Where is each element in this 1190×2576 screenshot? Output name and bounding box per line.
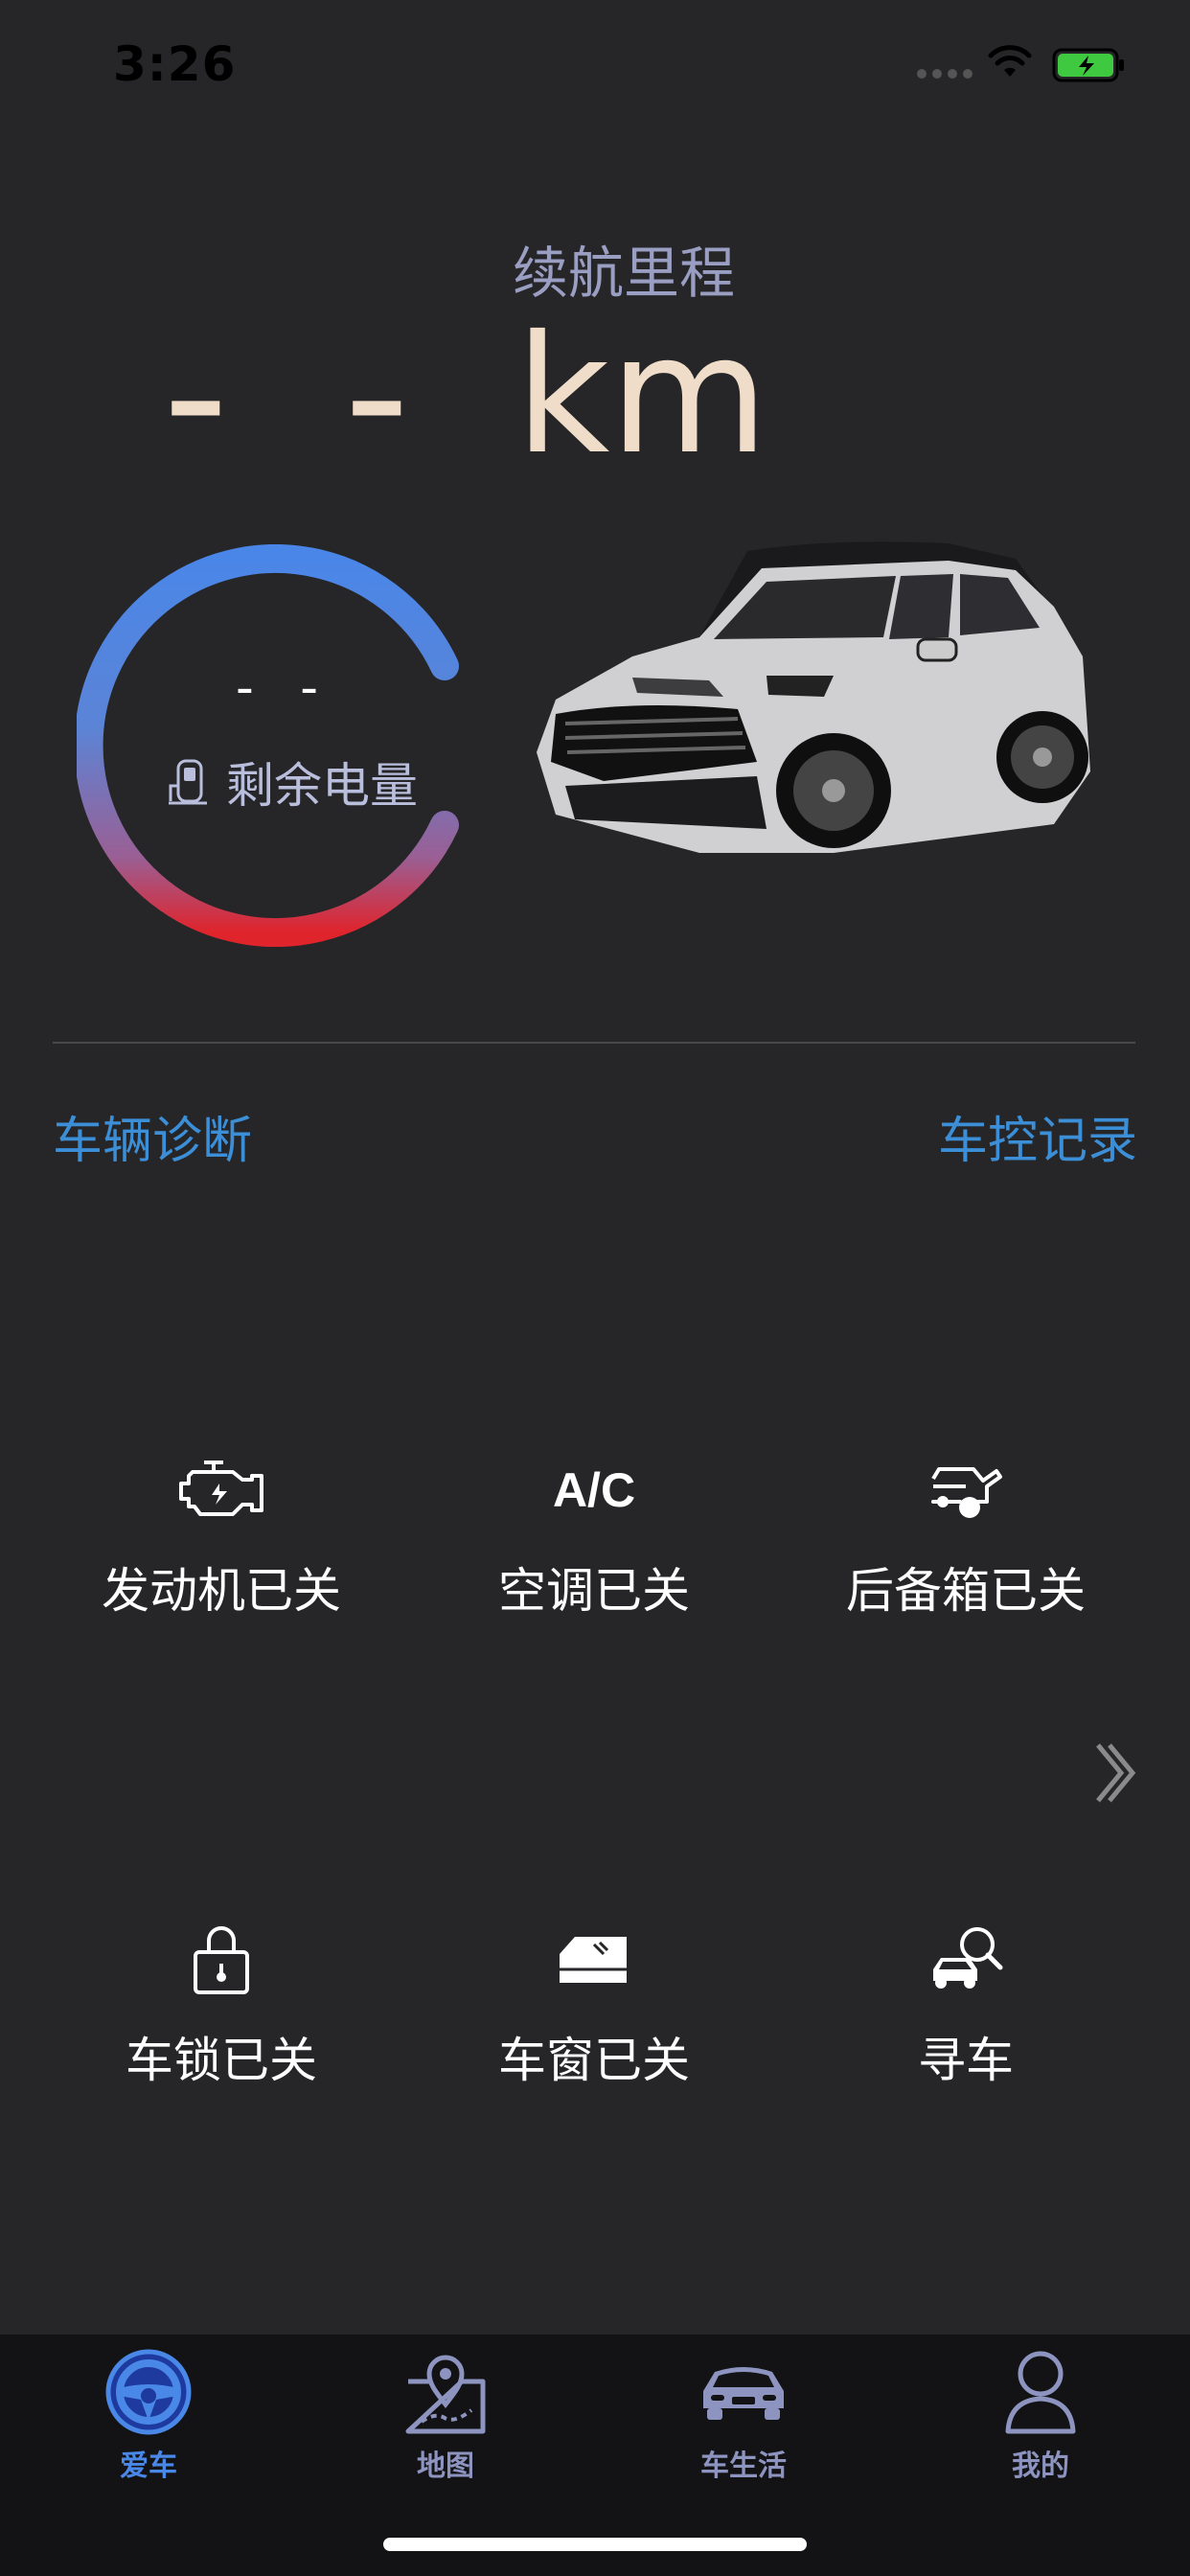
battery-gauge bbox=[77, 544, 459, 947]
range-value: - - bbox=[163, 289, 439, 501]
control-log-link[interactable]: 车控记录 bbox=[938, 1100, 1137, 1172]
lock-icon bbox=[194, 1926, 249, 1994]
lock-control[interactable]: 车锁已关 bbox=[30, 1917, 413, 2091]
cellular-signal-icon bbox=[917, 69, 973, 79]
engine-status: 发动机已关 bbox=[102, 1563, 341, 1619]
battery-level-label: 剩余电量 bbox=[165, 748, 418, 816]
trunk-icon bbox=[931, 1467, 1002, 1518]
trunk-control[interactable]: 后备箱已关 bbox=[774, 1447, 1157, 1622]
car-front-icon bbox=[703, 2367, 784, 2420]
status-time: 3:26 bbox=[113, 36, 237, 92]
tab-map[interactable]: 地图 bbox=[350, 2344, 541, 2484]
window-control[interactable]: 车窗已关 bbox=[402, 1917, 786, 2091]
battery-level-value: - - bbox=[235, 659, 334, 717]
person-icon bbox=[1005, 2351, 1076, 2434]
tab-my-car[interactable]: 爱车 bbox=[53, 2344, 244, 2484]
car-image bbox=[537, 541, 1090, 853]
steering-wheel-icon bbox=[105, 2349, 192, 2435]
lock-status: 车锁已关 bbox=[126, 2033, 317, 2088]
map-pin-icon bbox=[405, 2355, 486, 2434]
chevron-right-icon[interactable] bbox=[1092, 1739, 1140, 1806]
tab-car-life-label: 车生活 bbox=[700, 2450, 787, 2483]
tab-my-car-label: 爱车 bbox=[120, 2450, 177, 2483]
engine-icon bbox=[179, 1460, 263, 1516]
tab-me-label: 我的 bbox=[1012, 2450, 1069, 2483]
battery-level-text: 剩余电量 bbox=[226, 758, 418, 814]
battery-icon bbox=[1052, 48, 1124, 82]
tab-me[interactable]: 我的 bbox=[945, 2344, 1136, 2484]
find-car-icon bbox=[933, 1927, 1003, 1989]
vehicle-diagnosis-link[interactable]: 车辆诊断 bbox=[53, 1100, 252, 1172]
find-car-control[interactable]: 寻车 bbox=[774, 1917, 1157, 2091]
charging-pile-icon bbox=[169, 759, 207, 805]
home-indicator[interactable] bbox=[383, 2538, 807, 2551]
ac-icon: A/C bbox=[552, 1463, 636, 1517]
window-status: 车窗已关 bbox=[498, 2033, 690, 2088]
engine-control[interactable]: 发动机已关 bbox=[30, 1447, 413, 1622]
divider bbox=[53, 1042, 1135, 1044]
trunk-status: 后备箱已关 bbox=[846, 1563, 1086, 1619]
find-car-label: 寻车 bbox=[918, 2033, 1014, 2088]
tab-car-life[interactable]: 车生活 bbox=[648, 2344, 839, 2484]
wifi-icon bbox=[988, 45, 1032, 77]
window-icon bbox=[560, 1937, 627, 1983]
range-unit: km bbox=[515, 301, 769, 491]
ac-status: 空调已关 bbox=[498, 1563, 690, 1619]
tab-map-label: 地图 bbox=[417, 2450, 474, 2483]
ac-control[interactable]: A/C 空调已关 bbox=[402, 1447, 786, 1622]
